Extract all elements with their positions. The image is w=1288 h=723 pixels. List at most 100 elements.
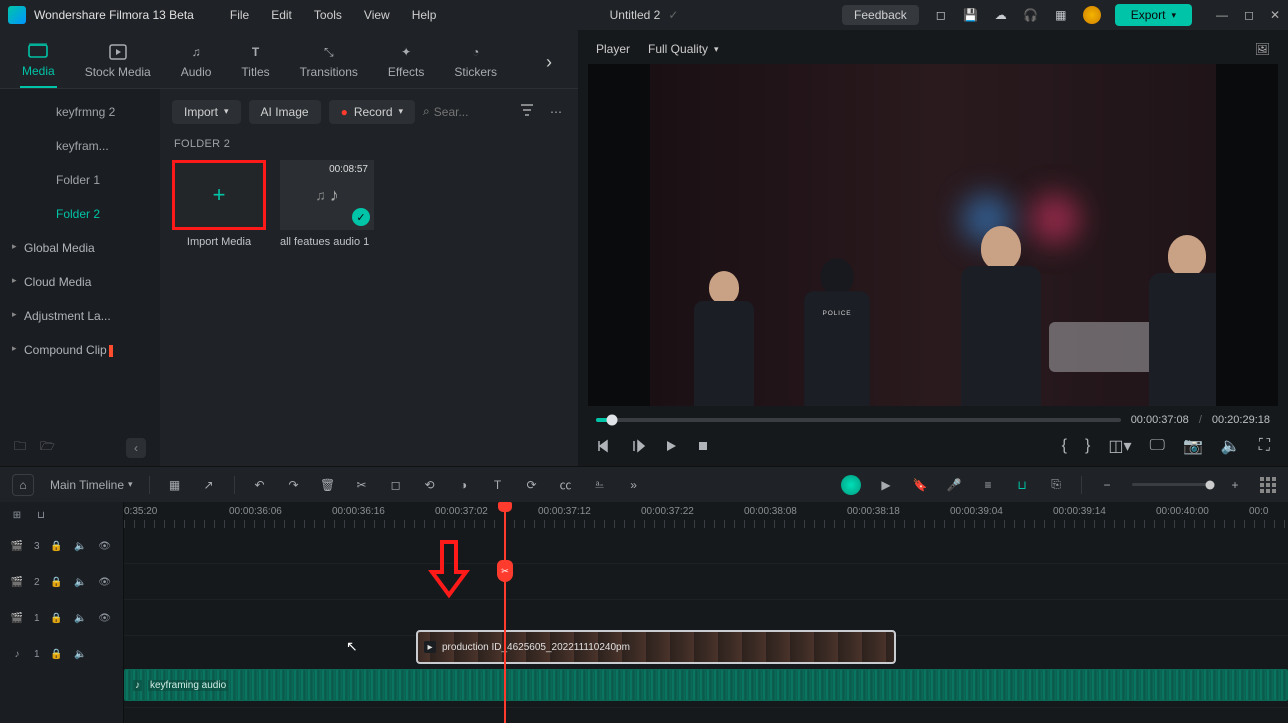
scrub-slider[interactable] (596, 418, 1121, 422)
more-tools-icon[interactable]: » (625, 476, 643, 494)
import-button[interactable]: Import▾ (172, 100, 241, 124)
lock-icon[interactable]: 🔒 (50, 539, 64, 553)
menu-file[interactable]: File (230, 8, 249, 22)
timeline-settings-icon[interactable]: ⊞ (10, 508, 24, 522)
lock-icon[interactable]: 🔒 (50, 647, 64, 661)
sidebar-item-folder1[interactable]: Folder 1 (0, 163, 160, 197)
tab-stickers[interactable]: ◔Stickers (452, 37, 499, 87)
collapse-sidebar-icon[interactable]: ‹ (126, 438, 146, 458)
mute-icon[interactable]: 🔈 (74, 575, 88, 589)
timeline-selector[interactable]: Main Timeline ▾ (50, 478, 133, 492)
magnet-track-icon[interactable]: ⊔ (34, 508, 48, 522)
menu-edit[interactable]: Edit (271, 8, 292, 22)
track-row[interactable] (124, 528, 1288, 564)
snapshot-icon[interactable]: 🖼 (1255, 42, 1270, 56)
sidebar-group-cloud[interactable]: Cloud Media (0, 265, 160, 299)
mute-icon[interactable]: 🔈 (74, 539, 88, 553)
track-row[interactable] (124, 564, 1288, 600)
menu-view[interactable]: View (364, 8, 390, 22)
mark-in-button[interactable]: { (1062, 437, 1067, 455)
apps-icon[interactable]: ▦ (1053, 7, 1069, 23)
volume-icon[interactable]: 🔈 (1221, 436, 1241, 456)
marker-icon[interactable]: 🔖 (911, 476, 929, 494)
tab-titles[interactable]: TTitles (239, 37, 271, 87)
grid-snap-icon[interactable]: ▦ (166, 476, 184, 494)
sidebar-item-keyfrmng2[interactable]: keyfrmng 2 (0, 95, 160, 129)
import-media-tile[interactable]: + (172, 160, 266, 230)
eye-icon[interactable]: 👁 (98, 539, 112, 553)
menu-help[interactable]: Help (412, 8, 437, 22)
fullscreen-icon[interactable]: ⛶ (1259, 437, 1270, 455)
text-icon[interactable]: T (489, 476, 507, 494)
play-button[interactable] (664, 439, 678, 453)
maximize-icon[interactable]: ◻ (1244, 8, 1254, 22)
mic-icon[interactable]: 🎤 (945, 476, 963, 494)
video-clip[interactable]: ▸ production ID_4625605_202211110240pm (416, 630, 896, 664)
close-icon[interactable]: ✕ (1270, 8, 1280, 22)
mark-out-button[interactable]: } (1085, 437, 1090, 455)
play-pause-button[interactable] (630, 438, 646, 454)
zoom-in-button[interactable]: + (1226, 476, 1244, 494)
tab-media[interactable]: Media (20, 36, 57, 88)
align-icon[interactable]: ⎁ (591, 476, 609, 494)
track-header-a1[interactable]: ♪1 🔒 🔈 (0, 636, 123, 672)
refresh-icon[interactable]: ⟳ (523, 476, 541, 494)
undo-button[interactable]: ↶ (251, 476, 269, 494)
sidebar-group-compound[interactable]: Compound Clip (0, 333, 160, 367)
mixer-icon[interactable]: ≡ (979, 476, 997, 494)
home-button[interactable]: ⌂ (12, 474, 34, 496)
media-clip-tile[interactable]: 00:08:57 ♫ ♪ ✓ all featues audio 1 (280, 160, 374, 248)
menu-tools[interactable]: Tools (314, 8, 342, 22)
user-avatar-icon[interactable] (1083, 6, 1101, 24)
tab-stock-media[interactable]: Stock Media (83, 37, 153, 87)
display-icon[interactable]: 🖵 (1150, 437, 1165, 455)
record-button[interactable]: ●Record▾ (329, 100, 415, 124)
eye-icon[interactable]: 👁 (98, 611, 112, 625)
sidebar-item-keyfram[interactable]: keyfram... (0, 129, 160, 163)
sidebar-group-adjustment[interactable]: Adjustment La... (0, 299, 160, 333)
minimize-icon[interactable]: — (1216, 8, 1228, 22)
new-folder-icon[interactable]: 🗀 (14, 437, 26, 458)
eye-icon[interactable]: 👁 (98, 575, 112, 589)
compare-icon[interactable]: ◫▾ (1108, 436, 1131, 456)
timeline-ruler[interactable]: 0:35:20 00:00:36:06 00:00:36:16 00:00:37… (124, 502, 1288, 528)
search-input[interactable] (434, 105, 484, 119)
magnet-icon[interactable]: ⊔ (1013, 476, 1031, 494)
quality-dropdown[interactable]: Full Quality▾ (648, 42, 719, 56)
export-button[interactable]: Export▾ (1115, 4, 1192, 26)
redo-button[interactable]: ↷ (285, 476, 303, 494)
more-icon[interactable]: ⋯ (546, 101, 566, 123)
new-bin-icon[interactable]: 🗁 (40, 437, 55, 458)
delete-button[interactable]: 🗑 (319, 476, 337, 494)
cut-marker-icon[interactable]: ✂ (497, 560, 513, 582)
link-icon[interactable]: ⎘ (1047, 476, 1065, 494)
ai-button[interactable] (841, 475, 861, 495)
mute-icon[interactable]: 🔈 (74, 611, 88, 625)
feedback-button[interactable]: Feedback (842, 5, 919, 25)
cc-icon[interactable]: ㏄ (557, 476, 575, 494)
layout-grid-icon[interactable] (1260, 477, 1276, 493)
prev-frame-button[interactable] (596, 438, 612, 454)
split-button[interactable]: ✂ (353, 476, 371, 494)
tab-transitions[interactable]: ⤡Transitions (298, 37, 360, 87)
mute-icon[interactable]: 🔈 (74, 647, 88, 661)
render-icon[interactable]: ▶ (877, 476, 895, 494)
zoom-out-button[interactable]: − (1098, 476, 1116, 494)
lock-icon[interactable]: 🔒 (50, 575, 64, 589)
zoom-slider[interactable] (1132, 483, 1210, 486)
track-header-v1[interactable]: 🎬1 🔒 🔈 👁 (0, 600, 123, 636)
headphones-icon[interactable]: 🎧 (1023, 7, 1039, 23)
lock-icon[interactable]: 🔒 (50, 611, 64, 625)
tracks-area[interactable]: 0:35:20 00:00:36:06 00:00:36:16 00:00:37… (124, 502, 1288, 723)
playhead[interactable] (504, 502, 506, 723)
sidebar-item-folder2[interactable]: Folder 2 (0, 197, 160, 231)
camera-icon[interactable]: 📷 (1183, 436, 1203, 456)
sidebar-group-global[interactable]: Global Media (0, 231, 160, 265)
stop-button[interactable] (696, 439, 710, 453)
pointer-icon[interactable]: ↗ (200, 476, 218, 494)
color-icon[interactable]: ◑ (455, 476, 473, 494)
track-header-v2[interactable]: 🎬2 🔒 🔈 👁 (0, 564, 123, 600)
audio-clip[interactable]: ♪ keyframing audio (124, 669, 1288, 701)
filter-icon[interactable] (516, 99, 538, 124)
save-icon[interactable]: 💾 (963, 7, 979, 23)
